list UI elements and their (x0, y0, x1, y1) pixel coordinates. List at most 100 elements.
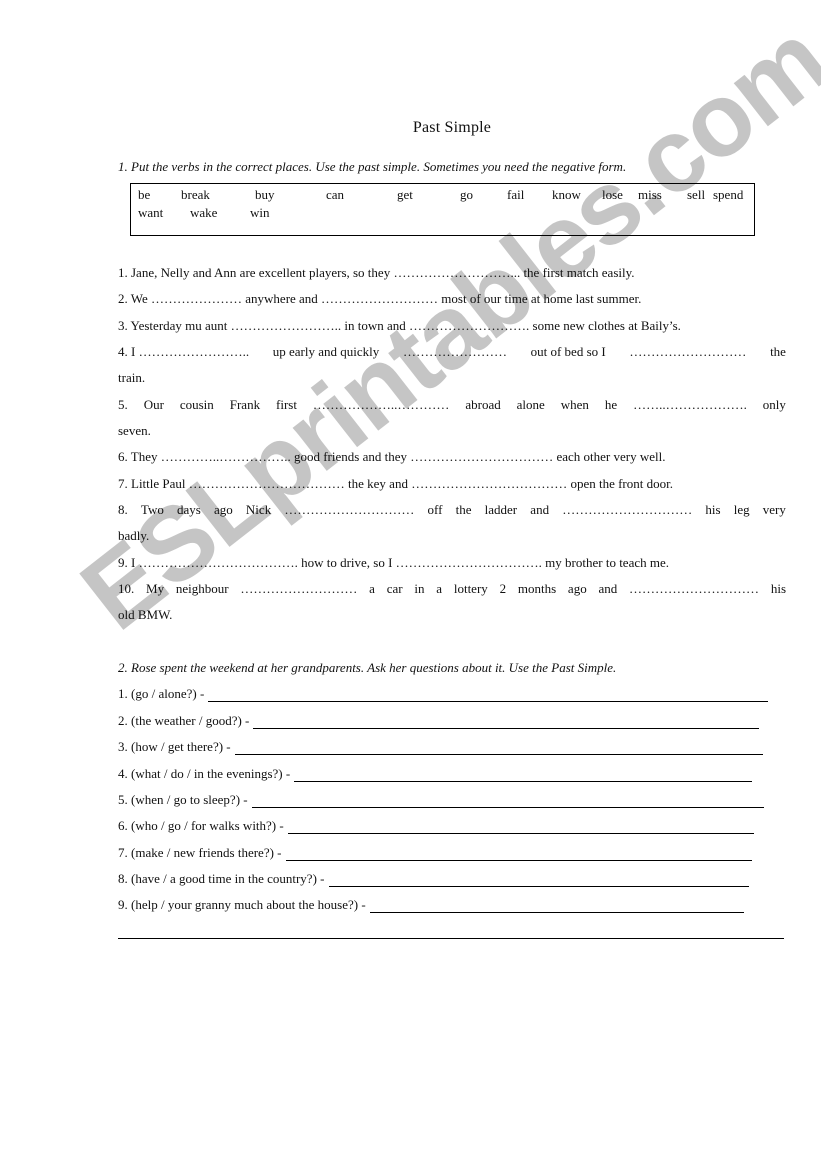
sentence-part: ………………..………… (312, 397, 450, 412)
sentence-part: abroad (465, 397, 501, 412)
sentence-part: days (176, 502, 201, 517)
sentence-part: his (705, 502, 721, 517)
word-item: break (181, 187, 210, 202)
sentence-part: ladder (484, 502, 518, 517)
word-item: spend (713, 187, 744, 202)
sentence-part: 5. (118, 397, 128, 412)
question-8: 8. (have / a good time in the country?) … (118, 871, 749, 887)
word-item: miss (638, 187, 662, 202)
sentence-part: lottery (453, 581, 488, 596)
question-prompt: 6. (who / go / for walks with?) - (118, 818, 284, 833)
answer-line[interactable] (328, 874, 749, 887)
answer-line[interactable] (251, 795, 764, 808)
question-3: 3. (how / get there?) - (118, 739, 763, 755)
sentence-4: 4. I …………………….. up early and quickly ………… (118, 344, 786, 360)
sentence-part: the (455, 502, 472, 517)
question-prompt: 3. (how / get there?) - (118, 739, 231, 754)
sentence-10-continuation: old BMW. (118, 607, 173, 622)
word-item: be (138, 187, 151, 202)
sentence-4-continuation: train. (118, 370, 146, 385)
word-item: wake (190, 205, 218, 220)
sentence-part: cousin (179, 397, 214, 412)
answer-line[interactable] (287, 821, 754, 834)
sentence-part: Frank (229, 397, 261, 412)
question-4: 4. (what / do / in the evenings?) - (118, 766, 753, 782)
sentence-part: leg (733, 502, 750, 517)
sentence-part: 8. (118, 502, 128, 517)
sentence-8: 8. Two days ago Nick ………………………… off the … (118, 502, 786, 518)
sentence-part: a (369, 581, 375, 596)
word-item: go (460, 187, 473, 202)
answer-line[interactable] (234, 742, 763, 755)
sentence-part: car (386, 581, 403, 596)
sentence-part: Our (143, 397, 164, 412)
sentence-3: 3. Yesterday mu aunt …………………….. in town … (118, 318, 681, 333)
sentence-part: very (762, 502, 786, 517)
word-item: buy (255, 187, 275, 202)
sentence-part: 4. I …………………….. (118, 344, 250, 359)
sentence-part: in (414, 581, 425, 596)
sentence-part: he (604, 397, 618, 412)
sentence-part: Two (140, 502, 164, 517)
question-prompt: 2. (the weather / good?) - (118, 713, 250, 728)
sentence-5-continuation: seven. (118, 423, 151, 438)
answer-line[interactable] (253, 716, 760, 729)
sentence-part: a (436, 581, 443, 596)
question-prompt: 4. (what / do / in the evenings?) - (118, 766, 291, 781)
question-prompt: 1. (go / alone?) - (118, 686, 205, 701)
question-6: 6. (who / go / for walks with?) - (118, 818, 754, 834)
sentence-10: 10. My neighbour ……………………… a car in a lo… (118, 581, 786, 597)
sentence-part: out of bed so I (530, 344, 606, 359)
sentence-part: alone (516, 397, 545, 412)
answer-line[interactable] (285, 848, 752, 861)
sentence-part: first (276, 397, 297, 412)
exercise2-instruction: 2. Rose spent the weekend at her grandpa… (118, 660, 617, 675)
sentence-7: 7. Little Paul ……………………………… the key and … (118, 476, 673, 491)
answer-line[interactable] (208, 689, 769, 702)
sentence-part: off (427, 502, 443, 517)
question-9: 9. (help / your granny much about the ho… (118, 897, 744, 913)
sentence-part: ………………………… (629, 581, 760, 596)
worksheet-page: ESLprintables.com Past Simple 1. Put the… (0, 0, 821, 1169)
question-5: 5. (when / go to sleep?) - (118, 792, 764, 808)
word-box: be break buy can get go fail know lose m… (130, 183, 755, 236)
answer-line[interactable] (294, 769, 753, 782)
sentence-part: up early and quickly (272, 344, 380, 359)
sentence-part: ……..………………. (633, 397, 747, 412)
sentence-part: ………………………… (562, 502, 693, 517)
answer-line[interactable] (369, 900, 744, 913)
sentence-6: 6. They …………..…………….. good friends and t… (118, 449, 666, 464)
sentence-part: only (762, 397, 786, 412)
sentence-part: and (530, 502, 550, 517)
sentence-part: ago (213, 502, 233, 517)
sentence-part: ago (567, 581, 587, 596)
sentence-9: 9. I ………………………………. how to drive, so I ……… (118, 555, 669, 570)
exercise1-instruction: 1. Put the verbs in the correct places. … (118, 159, 627, 174)
sentence-part: ……………………… (240, 581, 358, 596)
word-item: get (397, 187, 413, 202)
sentence-part: and (598, 581, 618, 596)
sentence-part: months (517, 581, 557, 596)
sentence-part: neighbour (175, 581, 229, 596)
sentence-5: 5. Our cousin Frank first ………………..………… a… (118, 397, 786, 413)
sentence-part: 10. (118, 581, 135, 596)
answer-line-extra[interactable] (118, 938, 784, 939)
word-item: want (138, 205, 164, 220)
sentence-1: 1. Jane, Nelly and Ann are excellent pla… (118, 265, 635, 280)
question-prompt: 7. (make / new friends there?) - (118, 845, 282, 860)
question-7: 7. (make / new friends there?) - (118, 845, 752, 861)
word-item: sell (687, 187, 706, 202)
question-2: 2. (the weather / good?) - (118, 713, 760, 729)
word-item: fail (507, 187, 525, 202)
question-prompt: 8. (have / a good time in the country?) … (118, 871, 325, 886)
word-item: win (250, 205, 270, 220)
question-prompt: 5. (when / go to sleep?) - (118, 792, 248, 807)
word-item: lose (602, 187, 623, 202)
sentence-8-continuation: badly. (118, 528, 150, 543)
question-1: 1. (go / alone?) - (118, 686, 769, 702)
sentence-part: when (560, 397, 589, 412)
sentence-part: …………………… (402, 344, 507, 359)
page-title: Past Simple (412, 119, 492, 136)
sentence-part: Nick (245, 502, 272, 517)
word-item: can (326, 187, 345, 202)
